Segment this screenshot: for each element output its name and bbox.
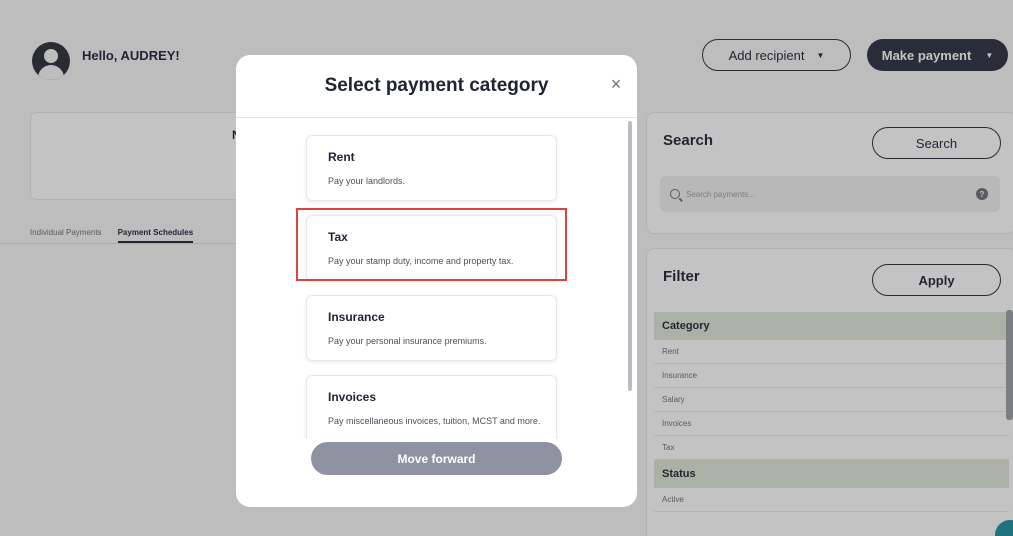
category-list: Rent Pay your landlords. Tax Pay your st…	[236, 119, 637, 439]
selection-highlight	[296, 208, 567, 281]
category-title: Insurance	[328, 310, 385, 324]
category-title: Rent	[328, 150, 355, 164]
modal-title: Select payment category	[324, 75, 549, 96]
category-card-invoices[interactable]: Invoices Pay miscellaneous invoices, tui…	[306, 375, 557, 439]
category-description: Pay your personal insurance premiums.	[328, 336, 487, 346]
category-card-rent[interactable]: Rent Pay your landlords.	[306, 135, 557, 201]
modal-header: Select payment category ×	[236, 55, 637, 118]
close-icon[interactable]: ×	[607, 75, 625, 93]
category-card-insurance[interactable]: Insurance Pay your personal insurance pr…	[306, 295, 557, 361]
category-description: Pay miscellaneous invoices, tuition, MCS…	[328, 416, 541, 426]
move-forward-button[interactable]: Move forward	[311, 442, 562, 475]
category-description: Pay your landlords.	[328, 176, 406, 186]
category-title: Invoices	[328, 390, 377, 404]
modal-scrollbar[interactable]	[628, 121, 632, 391]
payment-category-modal: Select payment category × Rent Pay your …	[236, 55, 637, 507]
